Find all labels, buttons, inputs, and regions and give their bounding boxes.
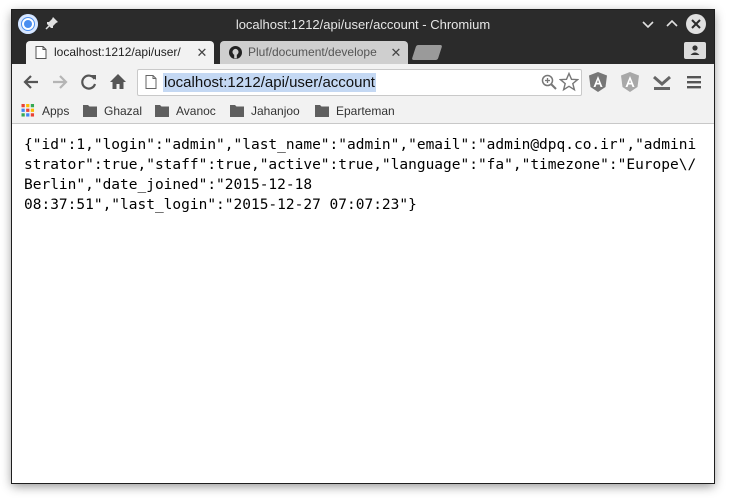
title-bar[interactable]: localhost:1212/api/user/account - Chromi…: [12, 10, 714, 39]
page-content: {"id":1,"login":"admin","last_name":"adm…: [12, 124, 714, 483]
download-icon[interactable]: [651, 71, 673, 93]
bookmark-label: Apps: [42, 104, 70, 118]
close-icon: [691, 19, 701, 29]
bookmark-label: Ghazal: [104, 104, 143, 118]
address-bar[interactable]: localhost:1212/api/user/account: [137, 69, 582, 96]
json-response-text: {"id":1,"login":"admin","last_name":"adm…: [24, 137, 697, 213]
tab-label: localhost:1212/api/user/: [54, 45, 181, 59]
folder-icon: [83, 105, 97, 117]
chevron-down-icon: [642, 21, 654, 29]
new-tab-button[interactable]: [411, 45, 443, 60]
menu-icon[interactable]: [683, 71, 705, 93]
bookmark-label: Eparteman: [336, 104, 395, 118]
window-title: localhost:1212/api/user/account - Chromi…: [235, 17, 491, 32]
back-button[interactable]: [21, 72, 41, 92]
apps-grid-icon: [21, 104, 35, 117]
folder-icon: [230, 105, 244, 117]
page-icon: [35, 46, 47, 59]
tab-inactive[interactable]: Pluf/document/develope ✕: [220, 41, 408, 64]
forward-button[interactable]: [50, 72, 70, 92]
tab-label: Pluf/document/develope: [248, 45, 377, 59]
zoom-icon[interactable]: [541, 74, 557, 90]
home-button[interactable]: [108, 72, 128, 92]
bookmark-label: Avanoc: [176, 104, 216, 118]
url-text[interactable]: localhost:1212/api/user/account: [163, 73, 376, 92]
bookmark-star-icon[interactable]: [559, 72, 579, 92]
minimize-button[interactable]: [640, 16, 656, 32]
close-window-button[interactable]: [686, 14, 706, 34]
extension-angular-icon[interactable]: [587, 71, 609, 93]
toolbar: localhost:1212/api/user/account: [12, 64, 714, 99]
page-icon: [145, 75, 157, 89]
github-icon: [229, 46, 242, 59]
tab-close-button[interactable]: ✕: [196, 41, 208, 64]
reload-button[interactable]: [79, 72, 99, 92]
browser-window: localhost:1212/api/user/account - Chromi…: [12, 10, 714, 483]
chevron-up-icon: [666, 19, 678, 27]
extension-angular-light-icon[interactable]: [619, 71, 641, 93]
tab-close-button[interactable]: ✕: [390, 41, 402, 64]
maximize-button[interactable]: [664, 16, 680, 32]
bookmarks-bar: Apps Ghazal Avanoc Jahanjoo Eparteman: [12, 99, 714, 124]
person-icon: [690, 45, 700, 55]
folder-icon: [155, 105, 169, 117]
tab-active[interactable]: localhost:1212/api/user/ ✕: [26, 41, 214, 64]
folder-icon: [315, 105, 329, 117]
bookmark-label: Jahanjoo: [251, 104, 300, 118]
profile-button[interactable]: [684, 42, 706, 59]
tab-strip: localhost:1212/api/user/ ✕ Pluf/document…: [12, 39, 714, 64]
